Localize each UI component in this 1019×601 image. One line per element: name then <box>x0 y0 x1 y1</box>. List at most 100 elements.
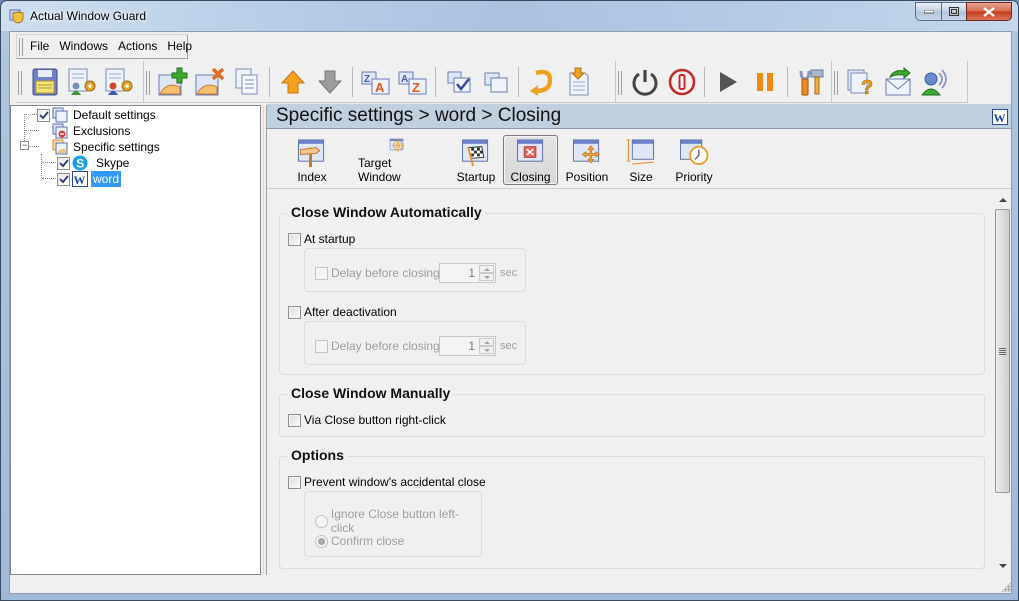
checkbox-box[interactable] <box>315 339 328 353</box>
help-button[interactable]: ? <box>842 64 879 100</box>
ignore-left-click-radio[interactable]: Ignore Close button left-click <box>315 507 481 535</box>
via-right-click-checkbox[interactable]: Via Close button right-click <box>288 413 446 427</box>
add-window-settings-button[interactable] <box>154 64 191 100</box>
prevent-close-checkbox[interactable]: Prevent window's accidental close <box>288 475 486 489</box>
checkbox-box[interactable] <box>288 475 301 489</box>
tree-checkbox[interactable] <box>57 172 70 186</box>
check-all-button[interactable] <box>440 64 477 100</box>
move-down-button[interactable] <box>311 64 348 100</box>
unit-label: sec <box>500 267 518 279</box>
sort-z-a-button[interactable]: Z A <box>357 64 394 100</box>
spinner-value: 1 <box>468 266 475 280</box>
menu-help[interactable]: Help <box>162 34 197 59</box>
tab-label: Startup <box>456 170 496 184</box>
radio-button[interactable] <box>315 534 328 548</box>
deactivation-delay-spinner[interactable]: 1 <box>439 336 496 356</box>
pause-button[interactable] <box>746 64 783 100</box>
save-button[interactable] <box>26 64 63 100</box>
scroll-thumb[interactable] <box>995 209 1010 493</box>
tab-closing[interactable]: Closing <box>503 135 558 185</box>
settings-tree[interactable]: − Default settings Exclusions Specific s… <box>10 105 261 575</box>
confirm-close-radio[interactable]: Confirm close <box>315 534 404 548</box>
import-button[interactable] <box>560 64 597 100</box>
support-button[interactable] <box>916 64 953 100</box>
delete-window-settings-button[interactable] <box>191 64 228 100</box>
toolbar-grip-4[interactable] <box>834 71 838 95</box>
spinner-down-button[interactable] <box>479 273 494 281</box>
sort-a-z-button[interactable]: A Z <box>394 64 431 100</box>
toolbar-grip-3[interactable] <box>618 71 622 95</box>
stop-button[interactable] <box>663 64 700 100</box>
word-icon: W <box>992 109 1008 125</box>
menu-file[interactable]: File <box>25 34 54 59</box>
windows-stack-icon <box>484 72 507 92</box>
tree-item-word[interactable]: W word <box>57 171 122 187</box>
radio-label: Confirm close <box>331 534 405 548</box>
tree-item-label: Exclusions <box>73 124 131 138</box>
tab-startup[interactable]: Startup <box>454 135 498 185</box>
power-button[interactable] <box>626 64 663 100</box>
resize-grip[interactable] <box>1001 582 1011 592</box>
startup-delay-checkbox[interactable]: Delay before closing <box>315 266 440 280</box>
skype-icon: S <box>72 155 88 171</box>
after-deactivation-checkbox[interactable]: After deactivation <box>288 305 397 319</box>
toolbar: Z A A Z ? <box>16 61 978 103</box>
tab-index[interactable]: Index <box>287 135 337 185</box>
menu-actions[interactable]: Actions <box>113 34 162 59</box>
menubar-grip[interactable] <box>19 38 23 56</box>
tab-target-window[interactable]: Target Window <box>357 135 437 185</box>
tab-position[interactable]: Position <box>564 135 610 185</box>
menu-windows[interactable]: Windows <box>54 34 113 59</box>
tab-priority[interactable]: Priority <box>672 135 716 185</box>
tree-item-skype[interactable]: S Skype <box>57 155 131 171</box>
deactivation-delay-checkbox[interactable]: Delay before closing <box>315 339 440 353</box>
user-red-document-gear-icon <box>105 68 132 95</box>
checkbox-box[interactable] <box>288 413 301 427</box>
toolbar-grip-2[interactable] <box>146 71 150 95</box>
feedback-button[interactable] <box>879 64 916 100</box>
user-settings-button[interactable] <box>63 64 100 100</box>
chevron-down-icon <box>483 348 490 352</box>
startup-delay-spinner[interactable]: 1 <box>439 263 496 283</box>
maximize-button[interactable] <box>941 2 966 21</box>
move-up-button[interactable] <box>274 64 311 100</box>
spinner-up-button[interactable] <box>479 338 494 346</box>
checkbox-label: After deactivation <box>304 305 397 319</box>
svg-text:Z: Z <box>364 74 370 85</box>
spinner-up-button[interactable] <box>479 265 494 273</box>
tab-size[interactable]: Size <box>622 135 660 185</box>
radio-button[interactable] <box>315 514 328 528</box>
spinner-down-button[interactable] <box>479 346 494 354</box>
title-bar[interactable]: Actual Window Guard <box>1 1 1018 31</box>
tree-item-default-settings[interactable]: Default settings <box>37 107 158 123</box>
checkbox-box[interactable] <box>288 305 301 319</box>
close-button[interactable] <box>966 2 1012 21</box>
arrow-down-icon <box>317 70 342 94</box>
toolbar-grip[interactable] <box>18 71 22 95</box>
tree-item-exclusions[interactable]: Exclusions <box>52 123 132 139</box>
scroll-up-button[interactable] <box>994 191 1011 208</box>
tree-checkbox[interactable] <box>57 156 70 170</box>
minimize-button[interactable] <box>915 2 941 21</box>
reload-button[interactable] <box>523 64 560 100</box>
checkbox-label: Prevent window's accidental close <box>304 475 486 489</box>
scroll-down-button[interactable] <box>994 557 1011 574</box>
tree-item-specific-settings[interactable]: Specific settings <box>52 139 162 155</box>
play-icon <box>719 71 737 92</box>
options-button[interactable] <box>792 64 829 100</box>
tree-checkbox[interactable] <box>37 108 50 122</box>
tree-line <box>41 154 42 178</box>
windows-icon <box>52 107 68 123</box>
resize-icon <box>626 139 655 165</box>
windows-button[interactable] <box>477 64 514 100</box>
copy-settings-button[interactable] <box>228 64 265 100</box>
other-user-settings-button[interactable] <box>100 64 137 100</box>
at-startup-checkbox[interactable]: At startup <box>288 232 355 246</box>
close-automatically-group: Close Window Automatically At startup De… <box>279 204 985 375</box>
checkbox-box[interactable] <box>288 232 301 246</box>
vertical-scrollbar[interactable] <box>994 191 1011 575</box>
start-button[interactable] <box>709 64 746 100</box>
move-arrows-icon <box>572 139 601 164</box>
checkbox-box[interactable] <box>315 266 328 280</box>
tree-collapse-toggle[interactable]: − <box>20 141 29 150</box>
